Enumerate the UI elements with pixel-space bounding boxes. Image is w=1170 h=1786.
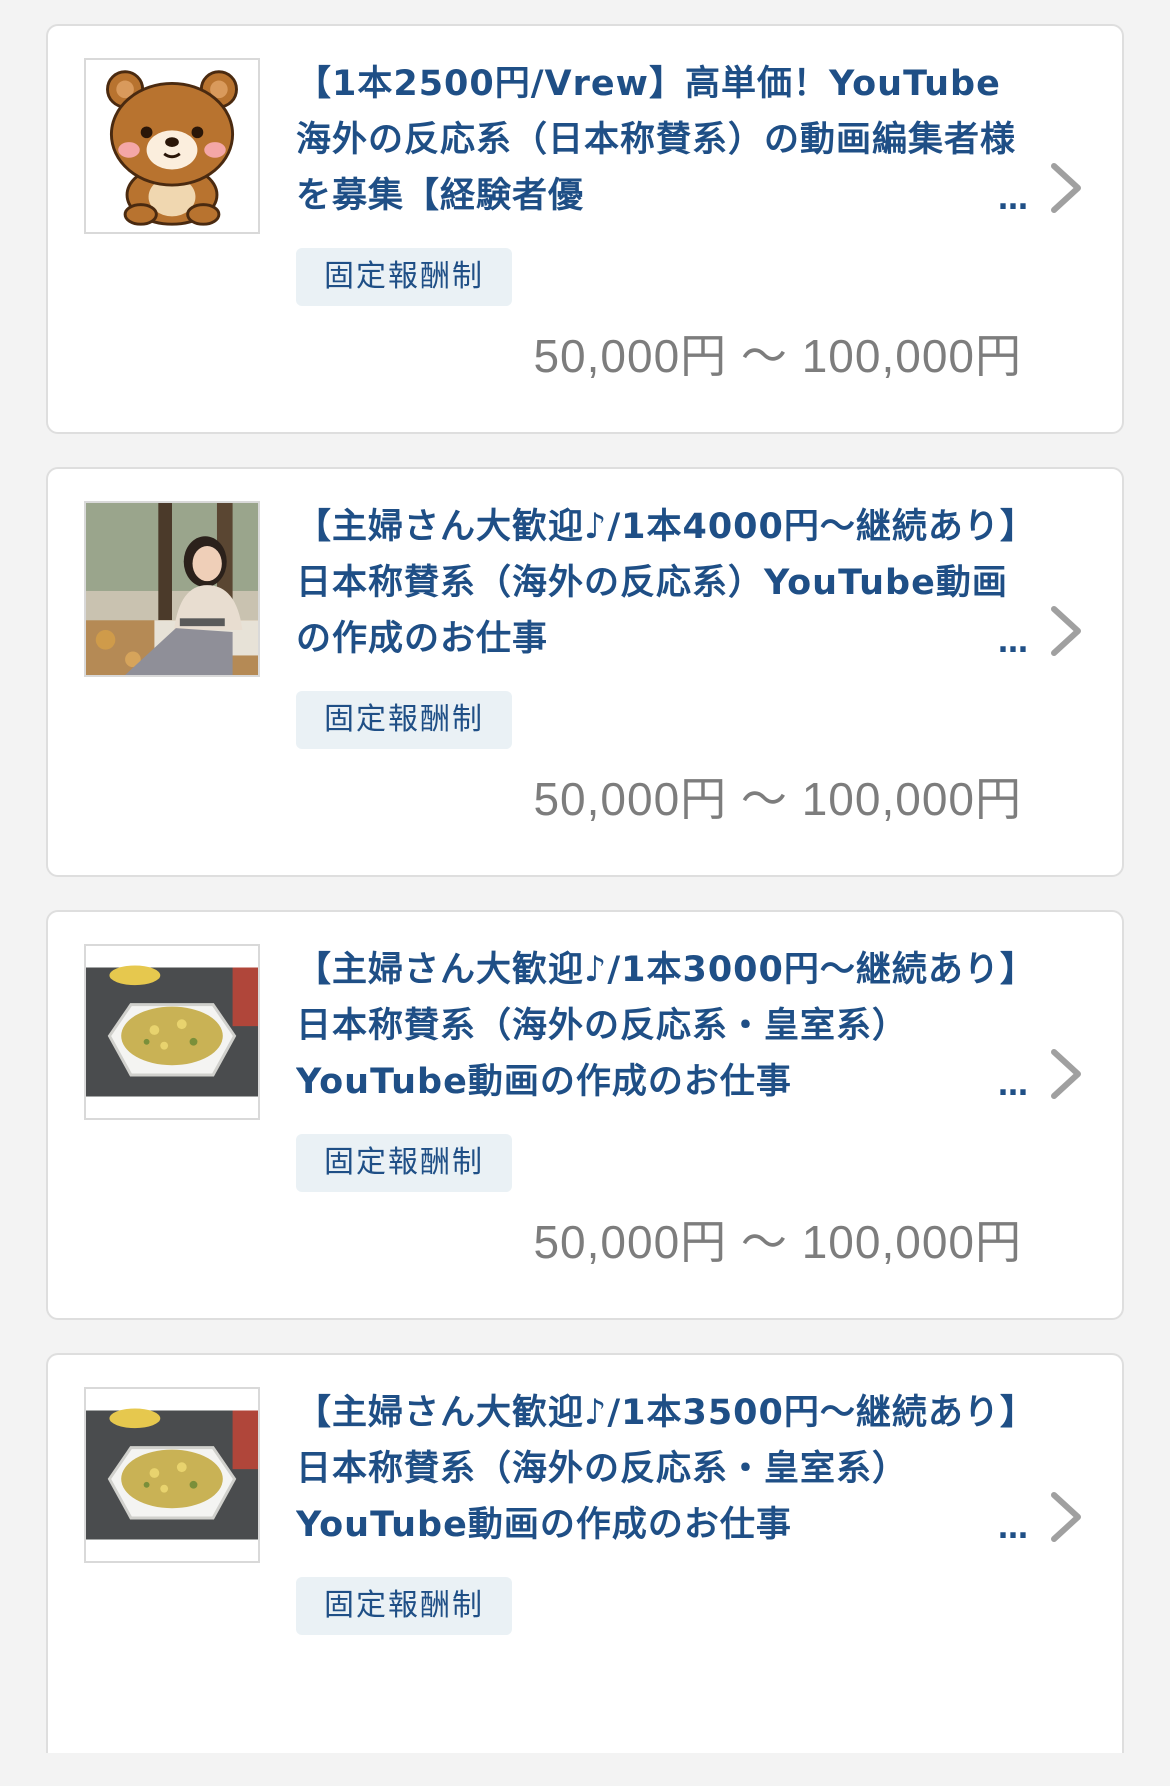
job-thumbnail-fried-rice (84, 944, 260, 1120)
job-card[interactable]: 【主婦さん大歓迎♪/1本4000円〜継続あり】日本称賛系（海外の反応系）YouT… (46, 467, 1124, 877)
price-range: 50,000円 〜 100,000円 (533, 330, 1022, 382)
job-list: 【1本2500円/Vrew】高単価！YouTube海外の反応系（日本称賛系）の動… (46, 24, 1124, 1786)
job-title[interactable]: 【主婦さん大歓迎♪/1本3000円〜継続あり】日本称賛系（海外の反応系・皇室系）… (296, 942, 1026, 1116)
job-card[interactable]: 【1本2500円/Vrew】高単価！YouTube海外の反応系（日本称賛系）の動… (46, 24, 1124, 434)
price-range: 50,000円 〜 100,000円 (533, 1216, 1022, 1268)
woman-photo-image (86, 503, 258, 675)
fried-rice-photo-image (86, 1389, 258, 1561)
job-card[interactable]: 【主婦さん大歓迎♪/1本3500円〜継続あり】日本称賛系（海外の反応系・皇室系）… (46, 1353, 1124, 1753)
chevron-right-icon[interactable] (1044, 601, 1088, 661)
fried-rice-photo-image (86, 946, 258, 1118)
job-title[interactable]: 【主婦さん大歓迎♪/1本3500円〜継続あり】日本称賛系（海外の反応系・皇室系）… (296, 1385, 1026, 1559)
job-card[interactable]: 【主婦さん大歓迎♪/1本3000円〜継続あり】日本称賛系（海外の反応系・皇室系）… (46, 910, 1124, 1320)
job-thumbnail-bear (84, 58, 260, 234)
job-title[interactable]: 【主婦さん大歓迎♪/1本4000円〜継続あり】日本称賛系（海外の反応系）YouT… (296, 499, 1026, 673)
contract-type-badge: 固定報酬制 (296, 1577, 512, 1635)
title-ellipsis: … (988, 1501, 1028, 1557)
title-ellipsis: … (988, 172, 1028, 228)
chevron-right-icon[interactable] (1044, 1044, 1088, 1104)
job-title[interactable]: 【1本2500円/Vrew】高単価！YouTube海外の反応系（日本称賛系）の動… (296, 56, 1026, 230)
bear-mascot-image (86, 60, 258, 232)
contract-type-badge: 固定報酬制 (296, 691, 512, 749)
chevron-right-icon[interactable] (1044, 1487, 1088, 1547)
title-ellipsis: … (988, 1058, 1028, 1114)
contract-type-badge: 固定報酬制 (296, 248, 512, 306)
job-thumbnail-fried-rice (84, 1387, 260, 1563)
title-ellipsis: … (988, 615, 1028, 671)
job-thumbnail-woman (84, 501, 260, 677)
chevron-right-icon[interactable] (1044, 158, 1088, 218)
price-range: 50,000円 〜 100,000円 (533, 773, 1022, 825)
contract-type-badge: 固定報酬制 (296, 1134, 512, 1192)
